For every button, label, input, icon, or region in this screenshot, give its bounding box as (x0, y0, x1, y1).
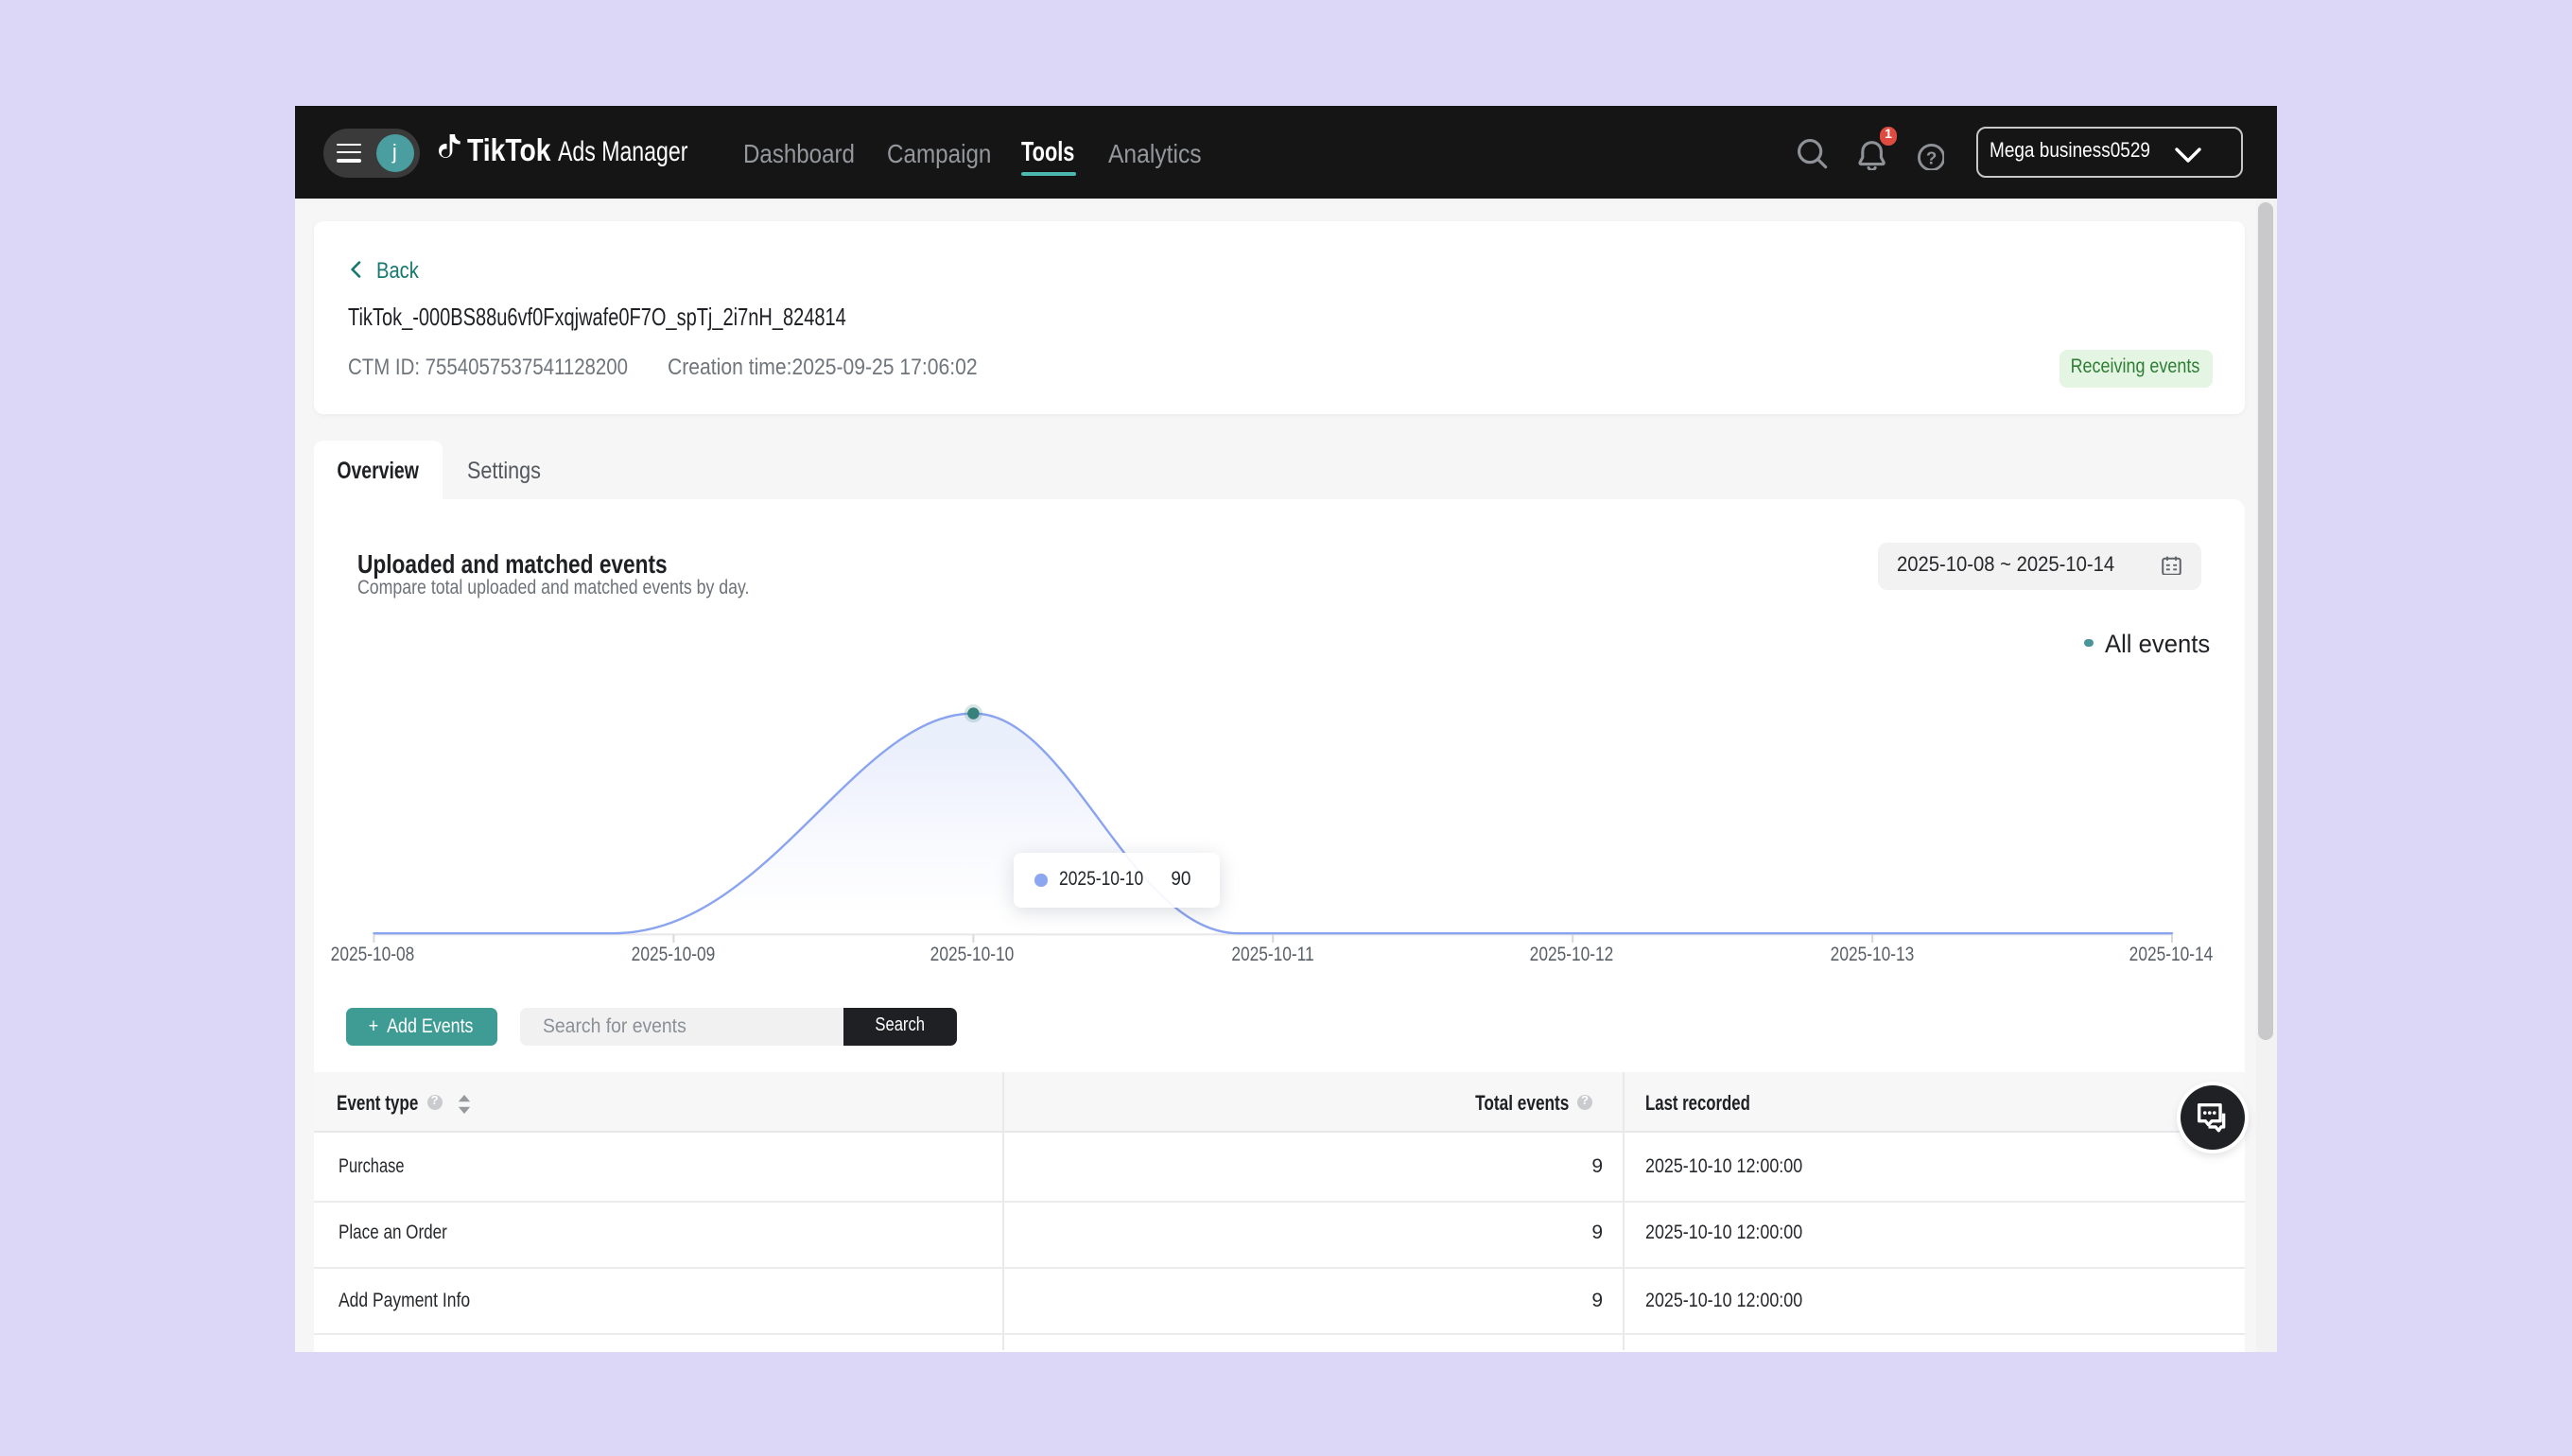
svg-text:?: ? (1925, 147, 1936, 167)
